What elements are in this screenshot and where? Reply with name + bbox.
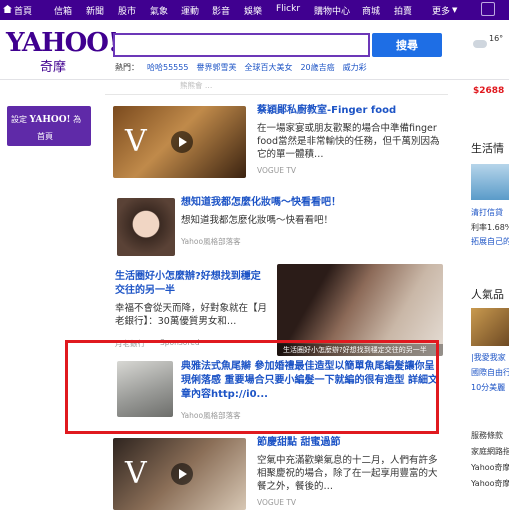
nav-shopping[interactable]: 購物中心 (314, 4, 350, 17)
sponsored-title[interactable]: 生活圈好小怎麼辦?好想找到穩定交往的另一半 (115, 270, 265, 298)
header: YAHOO! 奇摩 搜尋 熱門： 哈哈55555 譽界郭雪芙 全球百大美女 20歲吉癌威… (0, 20, 509, 80)
truncated-source: 熊熊會 … (180, 81, 213, 90)
vogue-v-logo: V (125, 124, 147, 159)
sidebar-link[interactable]: 國際自由行 (471, 367, 509, 378)
section-heading: 人氣品 (471, 288, 504, 301)
nav-entertainment[interactable]: 娛樂 (244, 4, 262, 17)
nav-more[interactable]: 更多 (432, 4, 450, 17)
sidebar-link[interactable]: 清打信貸 (471, 207, 503, 218)
hot-keyword[interactable]: 20歲吉癌 (300, 63, 334, 72)
hot-keyword[interactable]: 威力彩 (343, 63, 367, 72)
hot-keywords: 熱門： 哈哈55555 譽界郭雪芙 全球百大美女 20歲吉癌 威力彩 (115, 62, 375, 73)
video-thumbnail[interactable]: V (113, 438, 246, 510)
sponsored-desc: 幸福不會從天而降，好對象就在【月老銀行】：30萬優質男女和… (115, 303, 268, 327)
promo-suffix: 為 (73, 115, 82, 124)
yahoo-logo[interactable]: YAHOO! (6, 28, 119, 58)
play-icon[interactable] (171, 463, 193, 485)
article-source: VOGUE TV (257, 166, 297, 175)
article-title[interactable]: 想知道我都怎麼化妝嗎～快看看吧！ (181, 196, 443, 210)
article-thumbnail[interactable] (117, 198, 175, 256)
article-title[interactable]: 蔡穎鄖私廚教室-Finger food (257, 104, 442, 118)
article-desc: 空氣中充滿歡樂氣息的十二月，人們有許多相聚慶祝的場合，除了在一起享用豐富的大餐之… (257, 455, 438, 492)
nav-auction[interactable]: 拍賣 (394, 4, 412, 17)
set-homepage-button[interactable]: 設定 YAHOO! 為 首頁 (7, 106, 91, 146)
footer-link[interactable]: Yahoo奇摩 (471, 462, 509, 473)
nav-news[interactable]: 新聞 (86, 4, 104, 17)
page: 首頁 信箱 新聞 股市 氣象 運動 影音 娛樂 Flickr 購物中心 商城 拍… (0, 0, 509, 524)
footer-link[interactable]: 家庭網路指 (471, 446, 509, 457)
nav-mail[interactable]: 信箱 (54, 4, 72, 17)
footer-link[interactable]: Yahoo奇摩 (471, 478, 509, 489)
home-icon (3, 5, 12, 13)
nav-video[interactable]: 影音 (212, 4, 230, 17)
logo-subtitle: 奇摩 (40, 60, 67, 75)
nav-stock[interactable]: 股市 (118, 4, 136, 17)
promo-image[interactable] (471, 164, 509, 200)
hot-keyword[interactable]: 全球百大美女 (244, 63, 292, 72)
nav-weather[interactable]: 氣象 (150, 4, 168, 17)
article-source: VOGUE TV (257, 498, 297, 507)
right-sidebar: $2688 生活情 清打信貸 利率1.68% 拓展自己的 人氣品 |我愛我家 國… (463, 80, 509, 524)
nav-home[interactable]: 首頁 (14, 4, 32, 17)
mail-icon[interactable] (481, 2, 495, 16)
price-label: $2688 (473, 86, 505, 96)
promo-image[interactable] (471, 308, 509, 346)
cloud-icon (473, 40, 487, 48)
sidebar-link[interactable]: 10分美麗 (471, 382, 505, 393)
article-source: Yahoo風格部落客 (181, 237, 241, 246)
nav-flickr[interactable]: Flickr (276, 4, 300, 14)
search-button[interactable]: 搜尋 (372, 33, 442, 57)
nav-sports[interactable]: 運動 (181, 4, 199, 17)
search-input[interactable] (113, 33, 370, 57)
hot-keyword[interactable]: 哈哈55555 (147, 63, 188, 72)
footer-link[interactable]: 服務條款 (471, 430, 503, 441)
sidebar-text: 利率1.68% (471, 223, 509, 232)
video-thumbnail[interactable]: V (113, 106, 246, 178)
hot-keyword[interactable]: 譽界郭雪芙 (196, 63, 236, 72)
news-feed: 熊熊會 … V 蔡穎鄖私廚教室-Finger food 在一場家宴或朋友歡聚的場… (105, 80, 448, 524)
promo-prefix: 設定 (11, 115, 27, 124)
nav-mall[interactable]: 商城 (362, 4, 380, 17)
play-icon[interactable] (171, 131, 193, 153)
vogue-v-logo: V (125, 456, 147, 491)
chevron-down-icon[interactable]: ▼ (452, 6, 457, 14)
hot-label: 熱門： (115, 63, 139, 72)
promo-brand: YAHOO! (29, 115, 71, 125)
top-nav-bar: 首頁 信箱 新聞 股市 氣象 運動 影音 娛樂 Flickr 購物中心 商城 拍… (0, 0, 509, 20)
section-heading: 生活情 (471, 142, 504, 155)
highlight-box (65, 340, 439, 434)
promo-homepage: 首頁 (37, 132, 53, 141)
sidebar-link[interactable]: |我愛我家 (471, 352, 506, 363)
article-title[interactable]: 節慶甜點 甜蜜過節 (257, 436, 442, 450)
sidebar-link[interactable]: 拓展自己的 (471, 236, 509, 247)
divider (105, 94, 448, 95)
article-desc: 在一場家宴或朋友歡聚的場合中準備finger food當然是非常輸快的任務，但千… (257, 123, 440, 160)
article-desc: 想知道我都怎麼化妝嗎～快看看吧！ (181, 215, 334, 226)
weather-temp: 16° (489, 34, 504, 43)
